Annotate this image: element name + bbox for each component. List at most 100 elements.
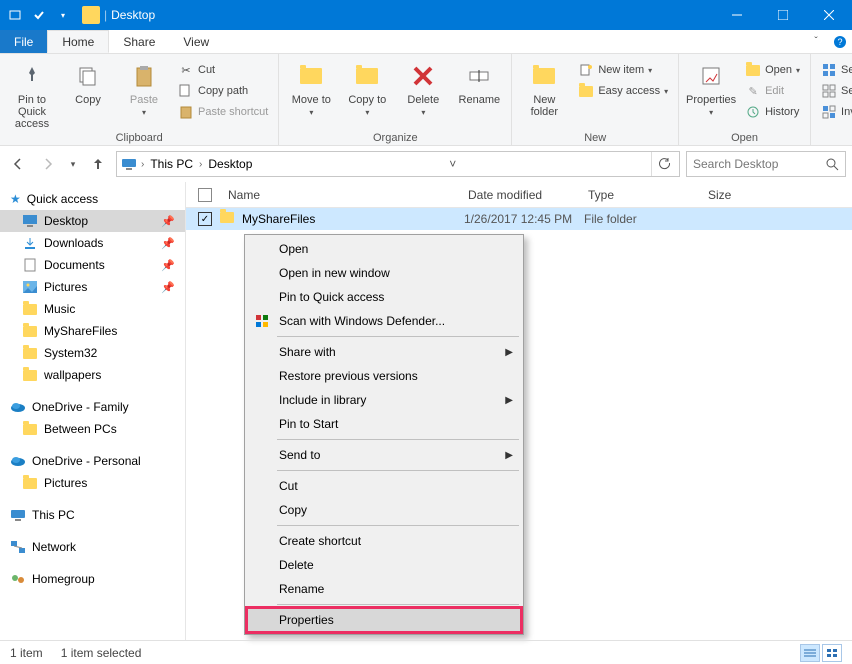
copy-path-button[interactable]: Copy path [174,81,272,101]
new-folder-button[interactable]: New folder [518,58,570,118]
col-size[interactable]: Size [700,188,780,202]
col-type[interactable]: Type [580,188,700,202]
help-button[interactable]: ? [828,30,852,53]
ctx-delete[interactable]: Delete [247,553,521,577]
tab-file[interactable]: File [0,30,47,53]
col-name[interactable]: Name [220,188,460,202]
pin-indicator-icon: 📌 [161,281,175,294]
nav-pictures[interactable]: Pictures📌 [0,276,185,298]
open-icon [745,62,761,78]
forward-button[interactable] [36,152,60,176]
maximize-button[interactable] [760,0,806,30]
ctx-pin-quick[interactable]: Pin to Quick access [247,285,521,309]
nav-quick-access[interactable]: ★Quick access [0,188,185,210]
delete-button[interactable]: Delete▾ [397,58,449,117]
rename-button[interactable]: Rename [453,58,505,106]
ctx-cut[interactable]: Cut [247,474,521,498]
ctx-include-library[interactable]: Include in library▶ [247,388,521,412]
tab-share[interactable]: Share [109,30,169,53]
nav-wallpapers[interactable]: wallpapers [0,364,185,386]
select-all-checkbox[interactable] [198,188,212,202]
select-none-button[interactable]: Select none [817,81,852,101]
folder-icon [22,367,38,383]
pin-quick-access-button[interactable]: Pin to Quick access [6,58,58,130]
ctx-send-to[interactable]: Send to▶ [247,443,521,467]
nav-downloads[interactable]: Downloads📌 [0,232,185,254]
file-row-mysharefiles[interactable]: ✓ MyShareFiles 1/26/2017 12:45 PM File f… [186,208,852,230]
col-modified[interactable]: Date modified [460,188,580,202]
nav-network[interactable]: Network [0,536,185,558]
minimize-button[interactable] [714,0,760,30]
ctx-open-new-window[interactable]: Open in new window [247,261,521,285]
refresh-button[interactable] [651,152,675,176]
paste-shortcut-icon [178,104,194,120]
back-button[interactable] [6,152,30,176]
new-item-button[interactable]: New item ▾ [574,60,672,80]
pin-label: Pin to Quick access [6,94,58,130]
nav-system32[interactable]: System32 [0,342,185,364]
ctx-rename[interactable]: Rename [247,577,521,601]
ctx-scan-defender[interactable]: Scan with Windows Defender... [247,309,521,333]
status-bar: 1 item 1 item selected [0,640,852,664]
select-all-button[interactable]: Select all [817,60,852,80]
nav-onedrive-personal[interactable]: OneDrive - Personal [0,450,185,472]
qat-icon1[interactable] [4,4,26,26]
view-thumbnails-button[interactable] [822,644,842,662]
ribbon-collapse-button[interactable]: ˇ [804,30,828,53]
history-button[interactable]: History [741,102,804,122]
downloads-icon [22,235,38,251]
row-modified: 1/26/2017 12:45 PM [464,212,584,226]
cut-button[interactable]: ✂Cut [174,60,272,80]
ctx-share-with[interactable]: Share with▶ [247,340,521,364]
crumb-sep-icon[interactable]: › [141,159,144,170]
nav-between-pcs[interactable]: Between PCs [0,418,185,440]
ribbon: Pin to Quick access Copy Paste ▾ ✂Cut Co… [0,54,852,146]
ctx-properties[interactable]: Properties [247,608,521,632]
search-box[interactable]: Search Desktop [686,151,846,177]
select-none-icon [821,83,837,99]
paste-button[interactable]: Paste ▾ [118,58,170,117]
qat-dropdown[interactable]: ▾ [52,4,74,26]
properties-button[interactable]: Properties▾ [685,58,737,117]
invert-selection-button[interactable]: Invert selection [817,102,852,122]
delete-x-icon [407,60,439,92]
crumb-thispc[interactable]: This PC [148,157,195,171]
nav-mysharefiles[interactable]: MyShareFiles [0,320,185,342]
nav-homegroup[interactable]: Homegroup [0,568,185,590]
ctx-open[interactable]: Open [247,237,521,261]
address-bar[interactable]: › This PC › Desktop ˅ [116,151,680,177]
nav-onedrive-family[interactable]: OneDrive - Family [0,396,185,418]
nav-documents[interactable]: Documents📌 [0,254,185,276]
move-to-button[interactable]: Move to▾ [285,58,337,117]
recent-dropdown[interactable]: ▾ [66,152,80,176]
ctx-create-shortcut[interactable]: Create shortcut [247,529,521,553]
up-button[interactable] [86,152,110,176]
nav-desktop[interactable]: Desktop📌 [0,210,185,232]
nav-thispc[interactable]: This PC [0,504,185,526]
view-details-button[interactable] [800,644,820,662]
crumb-sep-icon[interactable]: › [199,159,202,170]
address-dropdown[interactable]: ˅ [441,152,465,176]
nav-music[interactable]: Music [0,298,185,320]
open-button[interactable]: Open ▾ [741,60,804,80]
close-button[interactable] [806,0,852,30]
ctx-pin-start[interactable]: Pin to Start [247,412,521,436]
copy-button[interactable]: Copy [62,58,114,106]
tab-home[interactable]: Home [47,30,109,53]
qat-icon2[interactable] [28,4,50,26]
edit-button[interactable]: ✎Edit [741,81,804,101]
copy-to-button[interactable]: Copy to▾ [341,58,393,117]
easy-access-icon [578,83,594,99]
ctx-restore[interactable]: Restore previous versions [247,364,521,388]
paste-shortcut-button[interactable]: Paste shortcut [174,102,272,122]
ctx-copy[interactable]: Copy [247,498,521,522]
crumb-desktop[interactable]: Desktop [206,157,254,171]
easy-access-button[interactable]: Easy access ▾ [574,81,672,101]
nav-pictures2[interactable]: Pictures [0,472,185,494]
paste-label: Paste [130,94,158,106]
navigation-pane[interactable]: ★Quick access Desktop📌 Downloads📌 Docume… [0,182,186,640]
star-icon: ★ [10,192,21,206]
row-checkbox[interactable]: ✓ [198,212,212,226]
new-item-icon [578,62,594,78]
tab-view[interactable]: View [169,30,223,53]
